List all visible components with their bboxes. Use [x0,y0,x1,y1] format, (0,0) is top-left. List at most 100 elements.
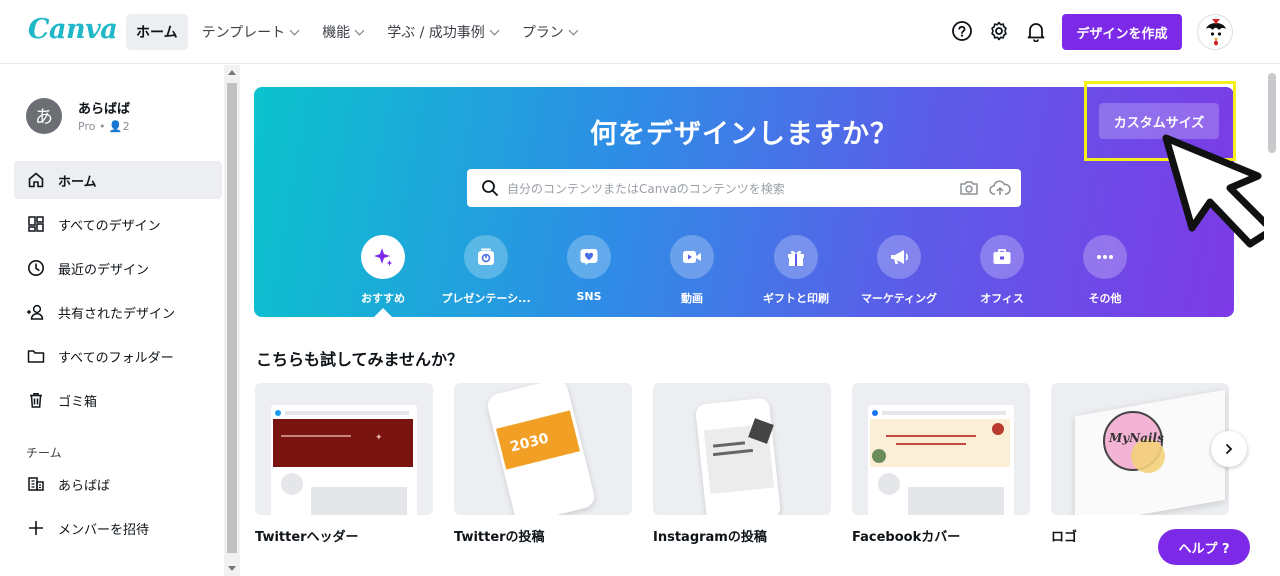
video-icon [670,235,714,279]
card-label: Facebookカバー [852,530,961,545]
people-icon [26,302,46,322]
category-label: ギフトと印刷 [763,292,829,305]
category-label: 動画 [681,292,703,305]
sidebar-item-team[interactable]: あらばば [14,465,222,503]
category-office[interactable]: オフィス [950,235,1054,306]
nav-learn-label: 学ぶ / 成功事例 [387,25,485,41]
sidebar-item-shared[interactable]: 共有されたデザイン [14,293,222,331]
profile-meta: Pro • 👤2 [78,120,130,133]
suggestion-card-logo[interactable]: MyNails ロゴ [1051,383,1229,545]
chevron-right-icon [1226,444,1233,454]
category-label: おすすめ [361,292,405,305]
plus-icon [26,518,46,538]
category-presentation[interactable]: プレゼンテーシ... [434,235,538,306]
help-icon[interactable] [951,20,973,42]
sidebar-item-invite[interactable]: メンバーを招待 [14,509,222,547]
upload-cloud-icon[interactable] [989,179,1011,201]
nav-plans[interactable]: プラン [512,14,587,50]
nav-home-label: ホーム [136,25,178,41]
home-icon [26,170,46,190]
folder-icon [26,346,46,366]
grid-icon [26,214,46,234]
twitter-header-thumbnail[interactable]: ✦ [255,383,433,515]
canva-logo[interactable]: Canva [28,14,118,45]
presentation-icon [464,235,508,279]
profile-avatar: あ [26,98,62,134]
main-scrollbar[interactable] [1264,65,1280,576]
nav-templates[interactable]: テンプレート [192,14,309,50]
sidebar-item-label: すべてのフォルダー [58,350,174,366]
heart-icon [567,235,611,279]
category-recommended[interactable]: おすすめ [331,235,435,306]
category-sns[interactable]: SNS [537,235,641,303]
sidebar-item-label: ゴミ箱 [58,394,98,410]
megaphone-icon [877,235,921,279]
settings-icon[interactable] [988,20,1010,42]
active-category-indicator [374,308,392,317]
nav-features[interactable]: 機能 [312,14,373,50]
suggestion-card-facebook-cover[interactable]: Facebookカバー [852,383,1030,545]
search-icon [481,179,499,201]
sidebar-item-trash[interactable]: ゴミ箱 [14,381,222,419]
sidebar: あ あらばば Pro • 👤2 ホーム すべてのデザイン 最近のデザイン 共有さ… [0,65,224,576]
main-nav: ホーム テンプレート 機能 学ぶ / 成功事例 プラン [126,14,587,50]
sidebar-item-label: メンバーを招待 [58,522,150,538]
sidebar-item-label: 最近のデザイン [58,262,150,278]
category-label: プレゼンテーシ... [441,292,531,305]
sidebar-item-folders[interactable]: すべてのフォルダー [14,337,222,375]
instagram-post-thumbnail[interactable] [653,383,831,515]
building-icon [26,474,46,494]
category-marketing[interactable]: マーケティング [847,235,951,306]
card-label: Instagramの投稿 [653,530,767,545]
nav-learn[interactable]: 学ぶ / 成功事例 [377,14,508,50]
sidebar-scrollbar[interactable] [224,65,240,576]
category-label: SNS [576,290,602,303]
top-navigation-bar: Canva ホーム テンプレート 機能 学ぶ / 成功事例 プラン デザインを作… [0,0,1280,64]
briefcase-icon [980,235,1024,279]
nav-templates-label: テンプレート [201,25,286,41]
search-placeholder: 自分のコンテンツまたはCanvaのコンテンツを検索 [507,182,785,196]
scroll-down-arrow-icon[interactable] [228,566,236,571]
category-label: その他 [1088,292,1122,305]
scroll-up-arrow-icon[interactable] [228,70,236,75]
suggestion-card-instagram-post[interactable]: Instagramの投稿 [653,383,831,545]
sidebar-item-recent[interactable]: 最近のデザイン [14,249,222,287]
sidebar-item-label: 共有されたデザイン [58,306,176,322]
facebook-cover-thumbnail[interactable] [852,383,1030,515]
sidebar-item-label: ホーム [58,174,97,190]
scrollbar-thumb[interactable] [1268,73,1276,153]
chevron-down-icon [354,25,365,35]
chevron-down-icon [489,25,500,35]
category-label: オフィス [980,292,1024,305]
logo-thumbnail[interactable]: MyNails [1051,383,1229,515]
trash-icon [26,390,46,410]
suggestion-card-twitter-header[interactable]: ✦ Twitterヘッダー [255,383,433,545]
gift-icon [774,235,818,279]
category-gift-print[interactable]: ギフトと印刷 [744,235,848,306]
profile-block[interactable]: あ あらばば Pro • 👤2 [26,98,130,134]
sidebar-item-home[interactable]: ホーム [14,161,222,199]
nav-features-label: 機能 [322,25,351,41]
help-button[interactable]: ヘルプ ? [1158,529,1250,565]
user-avatar[interactable] [1197,14,1233,50]
clock-icon [26,258,46,278]
profile-name: あらばば [78,102,131,117]
carousel-next-button[interactable] [1211,431,1247,467]
camera-icon[interactable] [959,179,979,201]
card-label: Twitterの投稿 [454,530,545,545]
sidebar-item-all-designs[interactable]: すべてのデザイン [14,205,222,243]
nav-home[interactable]: ホーム [126,14,188,50]
search-input[interactable]: 自分のコンテンツまたはCanvaのコンテンツを検索 [467,169,1021,207]
chevron-down-icon [289,25,300,35]
twitter-post-thumbnail[interactable]: 2030 [454,383,632,515]
create-design-button[interactable]: デザインを作成 [1062,14,1182,50]
team-heading: チーム [26,446,62,460]
suggestions-title: こちらも試してみませんか？ [256,350,464,369]
bell-icon[interactable] [1025,20,1047,42]
mouse-pointer-icon [1162,134,1276,248]
category-video[interactable]: 動画 [640,235,744,306]
suggestion-card-twitter-post[interactable]: 2030 Twitterの投稿 [454,383,632,545]
scrollbar-thumb[interactable] [227,83,237,553]
category-more[interactable]: その他 [1053,235,1157,306]
sidebar-item-label: すべてのデザイン [58,218,161,234]
